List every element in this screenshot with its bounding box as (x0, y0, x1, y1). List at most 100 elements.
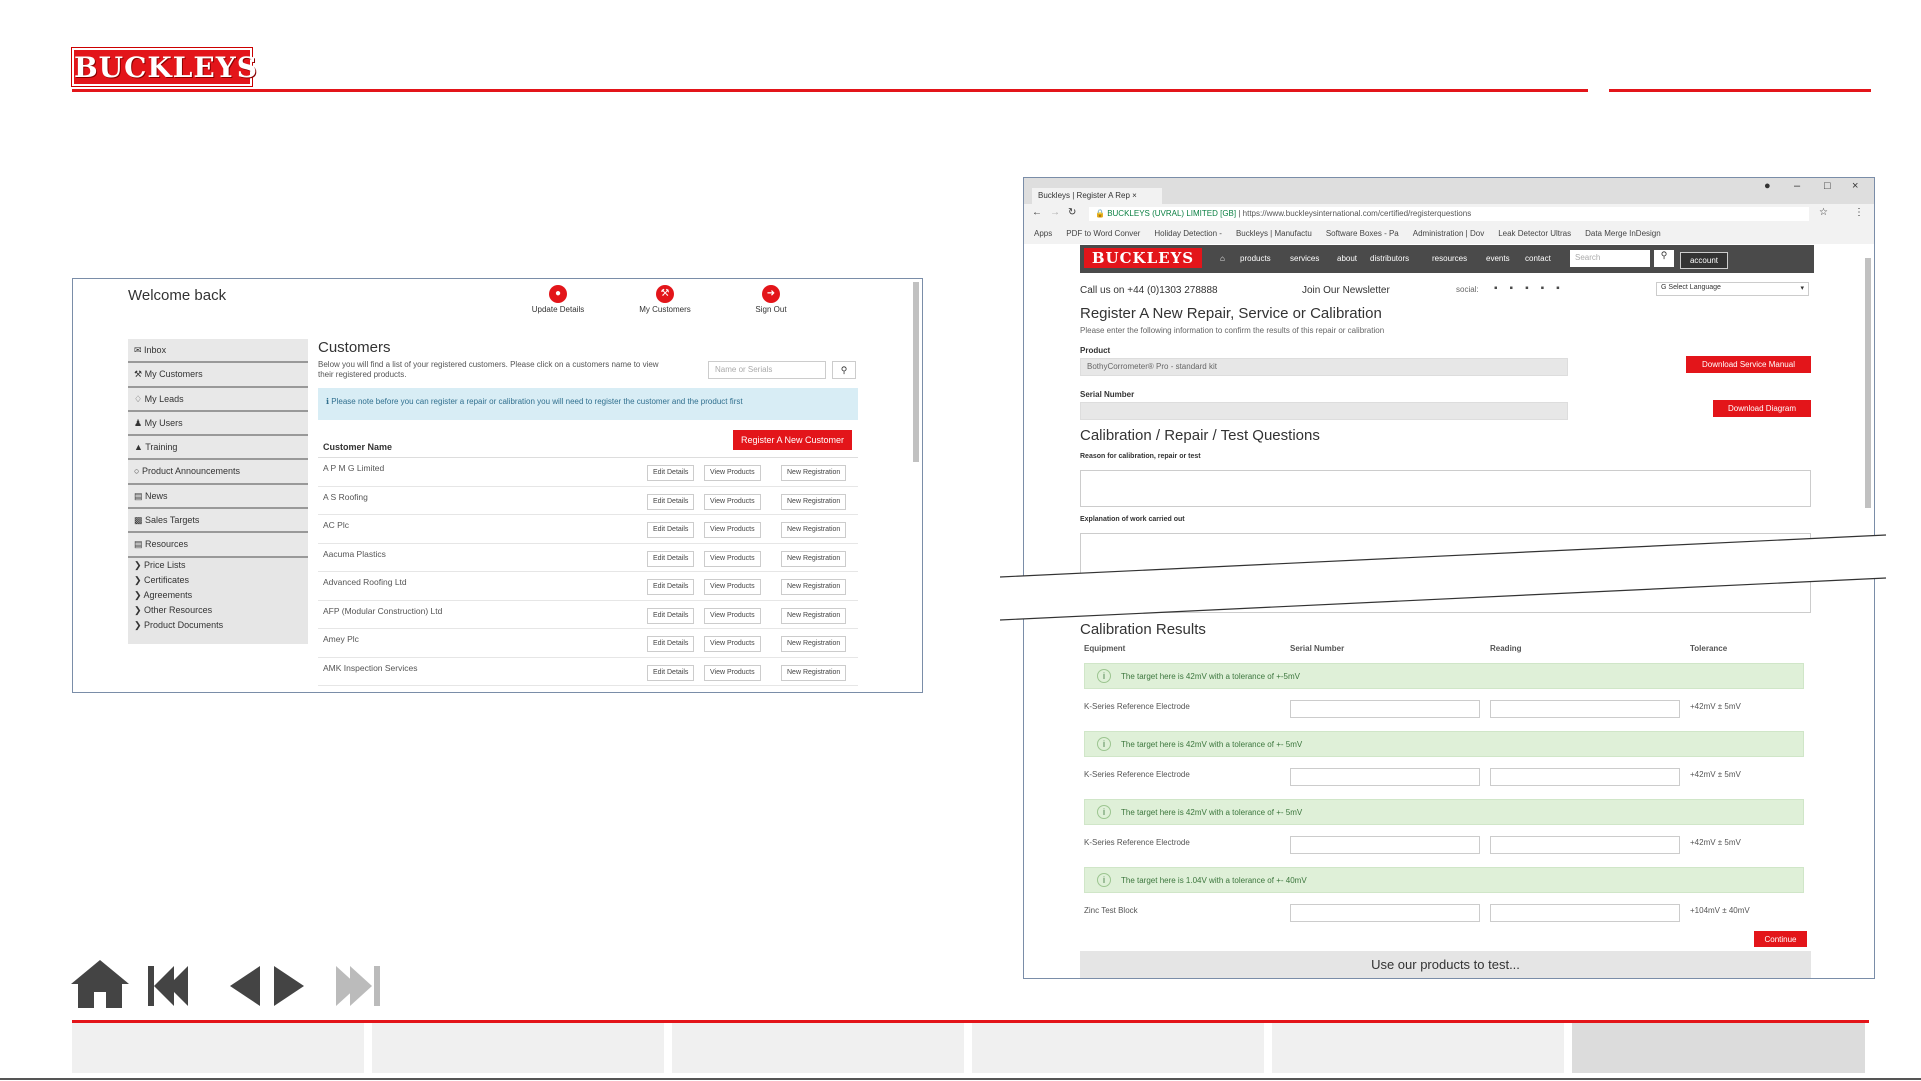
sign-out-link[interactable]: ➜ Sign Out (731, 285, 811, 314)
view-products-button[interactable]: View Products (704, 579, 761, 595)
reading-input[interactable] (1490, 700, 1680, 718)
edit-details-button[interactable]: Edit Details (647, 522, 695, 538)
minimize-icon[interactable]: – (1794, 180, 1800, 192)
sidebar-item-training[interactable]: ▲ Training (128, 436, 308, 461)
reading-input[interactable] (1490, 836, 1680, 854)
serial-input[interactable] (1290, 904, 1480, 922)
menu-icon[interactable]: ⋮ (1854, 207, 1864, 218)
sidebar-item-my-users[interactable]: ♟ My Users (128, 411, 308, 437)
nav-events[interactable]: events (1486, 254, 1510, 263)
url-input[interactable]: 🔒 BUCKLEYS (UVRAL) LIMITED [GB] | https:… (1089, 207, 1809, 221)
my-customers-link[interactable]: ⚒ My Customers (625, 285, 705, 314)
bookmark-item[interactable]: Data Merge InDesign (1585, 229, 1661, 238)
view-products-button[interactable]: View Products (704, 607, 761, 624)
sidebar-item-my-leads[interactable]: ♢ My Leads (128, 387, 308, 412)
scrollbar[interactable] (913, 282, 919, 462)
view-products-button[interactable]: View Products (704, 493, 761, 510)
account-button[interactable]: account (1680, 252, 1728, 269)
nav-resources[interactable]: resources (1432, 254, 1467, 263)
edit-details-button[interactable]: Edit Details (647, 465, 695, 481)
site-search-input[interactable]: Search (1570, 250, 1650, 267)
download-manual-button[interactable]: Download Service Manual (1686, 356, 1811, 373)
nav-services[interactable]: services (1290, 254, 1319, 263)
product-field[interactable]: BothyCorrometer® Pro - standard kit (1080, 358, 1568, 376)
footer-tab-active[interactable] (1572, 1023, 1869, 1073)
new-registration-button[interactable]: New Registration (781, 550, 847, 567)
sidebar-item-news[interactable]: ▤ News (128, 484, 308, 510)
nav-products[interactable]: products (1240, 254, 1271, 263)
back-icon[interactable]: ← (1032, 207, 1042, 218)
sidebar-item-sales-targets[interactable]: ▩ Sales Targets (128, 509, 308, 534)
search-input[interactable]: Name or Serials (708, 361, 826, 379)
edit-details-button[interactable]: Edit Details (647, 636, 695, 652)
sidebar-sub-certificates[interactable]: ❯ Certificates (128, 573, 308, 588)
bookmark-item[interactable]: Software Boxes - Pa (1326, 229, 1399, 238)
sidebar-sub-price-lists[interactable]: ❯ Price Lists (128, 558, 308, 573)
first-icon[interactable] (148, 966, 188, 1006)
nav-distributors[interactable]: distributors (1370, 254, 1409, 263)
next-icon[interactable] (274, 966, 304, 1006)
sidebar-item-my-customers[interactable]: ⚒ My Customers (128, 363, 308, 388)
view-products-button[interactable]: View Products (704, 550, 761, 567)
reading-input[interactable] (1490, 768, 1680, 786)
star-icon[interactable]: ☆ (1819, 207, 1828, 218)
sidebar-item-product-announcements[interactable]: ○ Product Announcements (128, 460, 308, 485)
sidebar-sub-agreements[interactable]: ❯ Agreements (128, 588, 308, 603)
footer-tab[interactable] (672, 1023, 968, 1073)
new-registration-button[interactable]: New Registration (781, 465, 847, 481)
sidebar-sub-other-resources[interactable]: ❯ Other Resources (128, 603, 308, 618)
new-registration-button[interactable]: New Registration (781, 636, 847, 652)
new-registration-button[interactable]: New Registration (781, 493, 847, 510)
footer-tab[interactable] (372, 1023, 668, 1073)
view-products-button[interactable]: View Products (704, 465, 761, 481)
site-search-button[interactable]: ⚲ (1654, 250, 1674, 267)
customer-name[interactable]: AMK Inspection Services (323, 663, 417, 673)
language-select[interactable]: G Select Language ▾ (1656, 282, 1809, 296)
serial-input[interactable] (1290, 700, 1480, 718)
home-icon[interactable] (71, 960, 129, 1008)
bookmark-item[interactable]: Holiday Detection - (1154, 229, 1222, 238)
new-registration-button[interactable]: New Registration (781, 579, 847, 595)
download-diagram-button[interactable]: Download Diagram (1713, 400, 1811, 417)
serial-field[interactable] (1080, 402, 1568, 420)
new-registration-button[interactable]: New Registration (781, 664, 847, 681)
customer-name[interactable]: A P M G Limited (323, 463, 384, 473)
prev-icon[interactable] (230, 966, 260, 1006)
edit-details-button[interactable]: Edit Details (647, 550, 695, 567)
forward-icon[interactable]: → (1050, 207, 1060, 218)
social-icons[interactable]: ▪▪▪▪▪ (1494, 283, 1572, 294)
view-products-button[interactable]: View Products (704, 664, 761, 681)
sidebar-item-inbox[interactable]: ✉ Inbox (128, 339, 308, 364)
last-icon[interactable] (336, 966, 380, 1006)
customer-name[interactable]: Aacuma Plastics (323, 549, 386, 559)
site-logo[interactable]: BUCKLEYS (1084, 248, 1202, 268)
reading-input[interactable] (1490, 904, 1680, 922)
new-registration-button[interactable]: New Registration (781, 522, 847, 538)
bookmark-item[interactable]: Apps (1034, 229, 1052, 238)
edit-details-button[interactable]: Edit Details (647, 607, 695, 624)
home-icon[interactable]: ⌂ (1220, 254, 1225, 263)
edit-details-button[interactable]: Edit Details (647, 664, 695, 681)
footer-tab[interactable] (72, 1023, 368, 1073)
customer-name[interactable]: Advanced Roofing Ltd (323, 577, 407, 587)
bookmark-item[interactable]: Leak Detector Ultras (1498, 229, 1571, 238)
bookmark-item[interactable]: Buckleys | Manufactu (1236, 229, 1312, 238)
footer-tab[interactable] (972, 1023, 1268, 1073)
footer-tab[interactable] (1272, 1023, 1568, 1073)
edit-details-button[interactable]: Edit Details (647, 493, 695, 510)
sidebar-sub-product-documents[interactable]: ❯ Product Documents (128, 618, 308, 633)
bookmark-item[interactable]: Administration | Dov (1413, 229, 1484, 238)
update-details-link[interactable]: ● Update Details (518, 285, 598, 314)
nav-contact[interactable]: contact (1525, 254, 1551, 263)
continue-button[interactable]: Continue (1754, 931, 1807, 947)
maximize-icon[interactable]: □ (1824, 180, 1831, 192)
serial-input[interactable] (1290, 768, 1480, 786)
customer-name[interactable]: AFP (Modular Construction) Ltd (323, 606, 442, 616)
customer-name[interactable]: Amey Plc (323, 634, 359, 644)
search-button[interactable]: ⚲ (832, 361, 856, 379)
customer-name[interactable]: AC Plc (323, 520, 349, 530)
reload-icon[interactable]: ↻ (1068, 207, 1076, 218)
edit-details-button[interactable]: Edit Details (647, 579, 695, 595)
view-products-button[interactable]: View Products (704, 636, 761, 652)
sidebar-item-resources[interactable]: ▤ Resources (128, 533, 308, 558)
